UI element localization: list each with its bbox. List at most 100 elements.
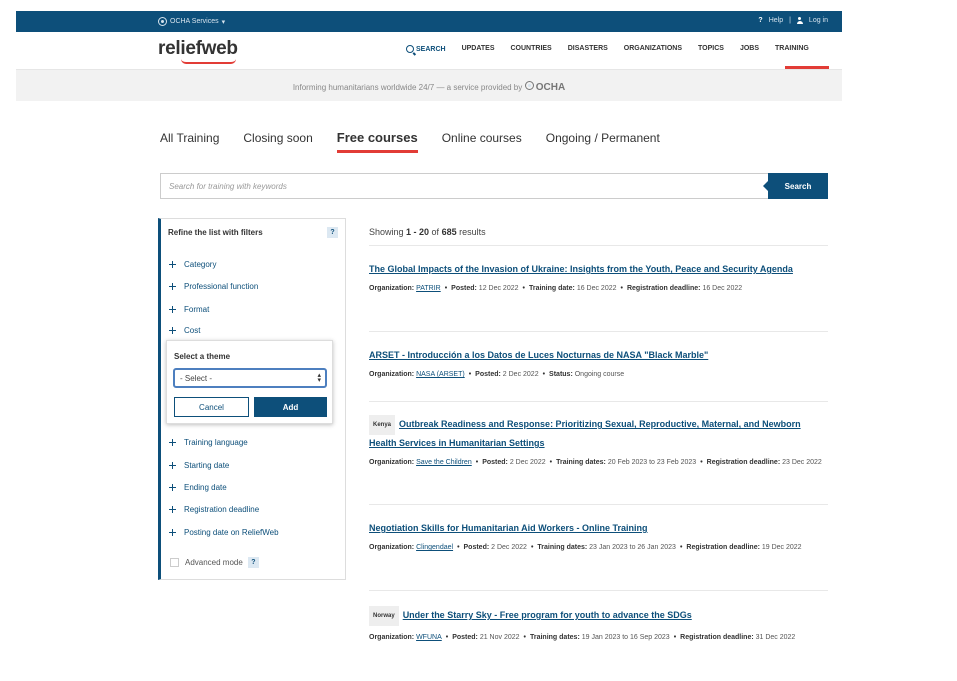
meta-separator: • (523, 634, 526, 641)
nav-disasters[interactable]: DISASTERS (568, 45, 608, 53)
tab-closing-soon[interactable]: Closing soon (243, 131, 312, 153)
training-title-link[interactable]: ARSET - Introducción a los Datos de Luce… (369, 347, 828, 363)
filter-format[interactable]: Format (169, 305, 209, 314)
filter-training-language[interactable]: Training language (169, 438, 248, 447)
meta-label: Registration deadline: (706, 459, 781, 466)
organization-link[interactable]: Clingendael (416, 544, 453, 551)
main-nav: SEARCH UPDATES COUNTRIES DISASTERS ORGAN… (406, 45, 825, 53)
user-icon[interactable] (796, 17, 803, 24)
training-title[interactable]: Negotiation Skills for Humanitarian Aid … (369, 523, 648, 533)
help-link[interactable]: Help (769, 17, 783, 24)
meta-value: 12 Dec 2022 (478, 285, 519, 292)
training-result: The Global Impacts of the Invasion of Uk… (369, 261, 828, 297)
filter-starting-date[interactable]: Starting date (169, 461, 229, 470)
training-title-link[interactable]: Kenya Outbreak Readiness and Response: Pr… (369, 415, 828, 451)
organization-link[interactable]: PATRIR (416, 285, 441, 292)
filter-label: Format (184, 305, 210, 314)
add-button[interactable]: Add (254, 397, 327, 417)
meta-separator: • (620, 285, 623, 292)
cancel-button[interactable]: Cancel (174, 397, 249, 417)
plus-icon (169, 327, 176, 334)
plus-icon (169, 484, 176, 491)
meta-value: 2 Dec 2022 (509, 459, 546, 466)
tab-free-courses[interactable]: Free courses (336, 130, 418, 153)
un-emblem-icon (158, 17, 167, 26)
tab-online-courses[interactable]: Online courses (442, 131, 522, 153)
filter-label: Category (184, 260, 217, 269)
search-input[interactable] (161, 174, 769, 198)
country-tag: Norway (369, 606, 399, 626)
results-count: Showing 1 - 20 of 685 results (369, 227, 486, 237)
results-total: 685 (441, 227, 457, 237)
training-result: Negotiation Skills for Humanitarian Aid … (369, 520, 828, 556)
plus-icon (169, 439, 176, 446)
training-title-link[interactable]: The Global Impacts of the Invasion of Uk… (369, 261, 828, 277)
results-range: 1 - 20 (406, 227, 430, 237)
filter-ending-date[interactable]: Ending date (169, 483, 227, 492)
training-result: Norway Under the Starry Sky - Free progra… (369, 606, 828, 646)
nav-training[interactable]: TRAINING (775, 45, 809, 53)
filter-professional-function[interactable]: Professional function (169, 282, 258, 291)
meta-separator: • (530, 544, 534, 551)
nav-topics[interactable]: TOPICS (698, 45, 724, 53)
site-header: reliefweb SEARCH UPDATES COUNTRIES DISAS… (16, 32, 842, 69)
advanced-mode-help-icon[interactable]: ? (247, 557, 259, 568)
meta-separator: • (468, 371, 472, 378)
training-title-link[interactable]: Norway Under the Starry Sky - Free progra… (369, 606, 828, 626)
meta-label: Organization: (369, 371, 415, 378)
login-link[interactable]: Log in (809, 17, 828, 24)
theme-filter-popup: Select a theme - Select - ▴ ▾ Cancel Add (166, 340, 333, 424)
help-icon[interactable]: ? (758, 17, 762, 24)
training-title-link[interactable]: Negotiation Skills for Humanitarian Aid … (369, 520, 828, 536)
filters-heading: Refine the list with filters (168, 228, 263, 237)
nav-organizations[interactable]: ORGANIZATIONS (624, 45, 682, 53)
organization-link[interactable]: Save the Children (416, 459, 472, 466)
nav-jobs[interactable]: JOBS (740, 45, 759, 53)
meta-separator: • (444, 285, 448, 292)
tab-ongoing-permanent[interactable]: Ongoing / Permanent (546, 131, 660, 153)
theme-select-value: - Select - (180, 374, 213, 383)
search-button[interactable]: Search (763, 173, 828, 199)
plus-icon (169, 529, 176, 536)
meta-value: 19 Dec 2022 (761, 544, 802, 551)
ocha-services-menu[interactable]: OCHA Services ▾ (158, 17, 225, 26)
meta-label: Registration deadline: (686, 544, 760, 551)
reliefweb-logo[interactable]: reliefweb (158, 38, 238, 60)
filter-label: Starting date (184, 461, 230, 470)
organization-link[interactable]: WFUNA (416, 634, 442, 641)
nav-countries[interactable]: COUNTRIES (511, 45, 552, 53)
organization-link[interactable]: NASA (ARSET) (416, 371, 465, 378)
filter-label: Posting date on ReliefWeb (184, 528, 279, 537)
meta-label: Posted: (482, 459, 508, 466)
meta-label: Organization: (369, 459, 415, 466)
filters-help-icon[interactable]: ? (327, 227, 338, 238)
filter-label: Registration deadline (184, 505, 260, 514)
chevron-down-icon: ▾ (221, 18, 226, 26)
advanced-mode-checkbox[interactable] (170, 558, 179, 567)
nav-updates[interactable]: UPDATES (462, 45, 495, 53)
meta-label: Registration deadline: (626, 285, 701, 292)
training-title[interactable]: The Global Impacts of the Invasion of Uk… (369, 264, 793, 274)
meta-label: Training dates: (537, 544, 588, 551)
filter-label: Cost (184, 326, 201, 335)
training-result: Kenya Outbreak Readiness and Response: Pr… (369, 415, 828, 471)
filter-posting-date[interactable]: Posting date on ReliefWeb (169, 528, 279, 537)
tab-all-training[interactable]: All Training (160, 131, 219, 153)
meta-separator: • (475, 459, 479, 466)
filter-registration-deadline[interactable]: Registration deadline (169, 505, 259, 514)
filter-cost[interactable]: Cost (169, 326, 200, 335)
training-title[interactable]: Outbreak Readiness and Response: Priorit… (369, 419, 801, 448)
training-meta: Organization: NASA (ARSET) • Posted: 2 Dec… (369, 367, 828, 383)
meta-label: Organization: (369, 285, 415, 292)
advanced-mode-toggle[interactable]: Advanced mode ? (170, 557, 259, 568)
nav-search[interactable]: SEARCH (406, 45, 446, 53)
theme-select[interactable]: - Select - ▴ ▾ (173, 368, 327, 388)
results-count-prefix: Showing (369, 227, 407, 237)
meta-separator: • (549, 459, 553, 466)
filter-category[interactable]: Category (169, 260, 216, 269)
training-title[interactable]: Under the Starry Sky - Free program for … (403, 610, 692, 620)
training-meta: Organization: WFUNA • Posted: 21 Nov 2022 •… (369, 630, 828, 646)
top-utility-bar: OCHA Services ▾ ? Help | Log in (16, 11, 842, 32)
plus-icon (169, 283, 176, 290)
training-title[interactable]: ARSET - Introducción a los Datos de Luce… (369, 350, 708, 360)
